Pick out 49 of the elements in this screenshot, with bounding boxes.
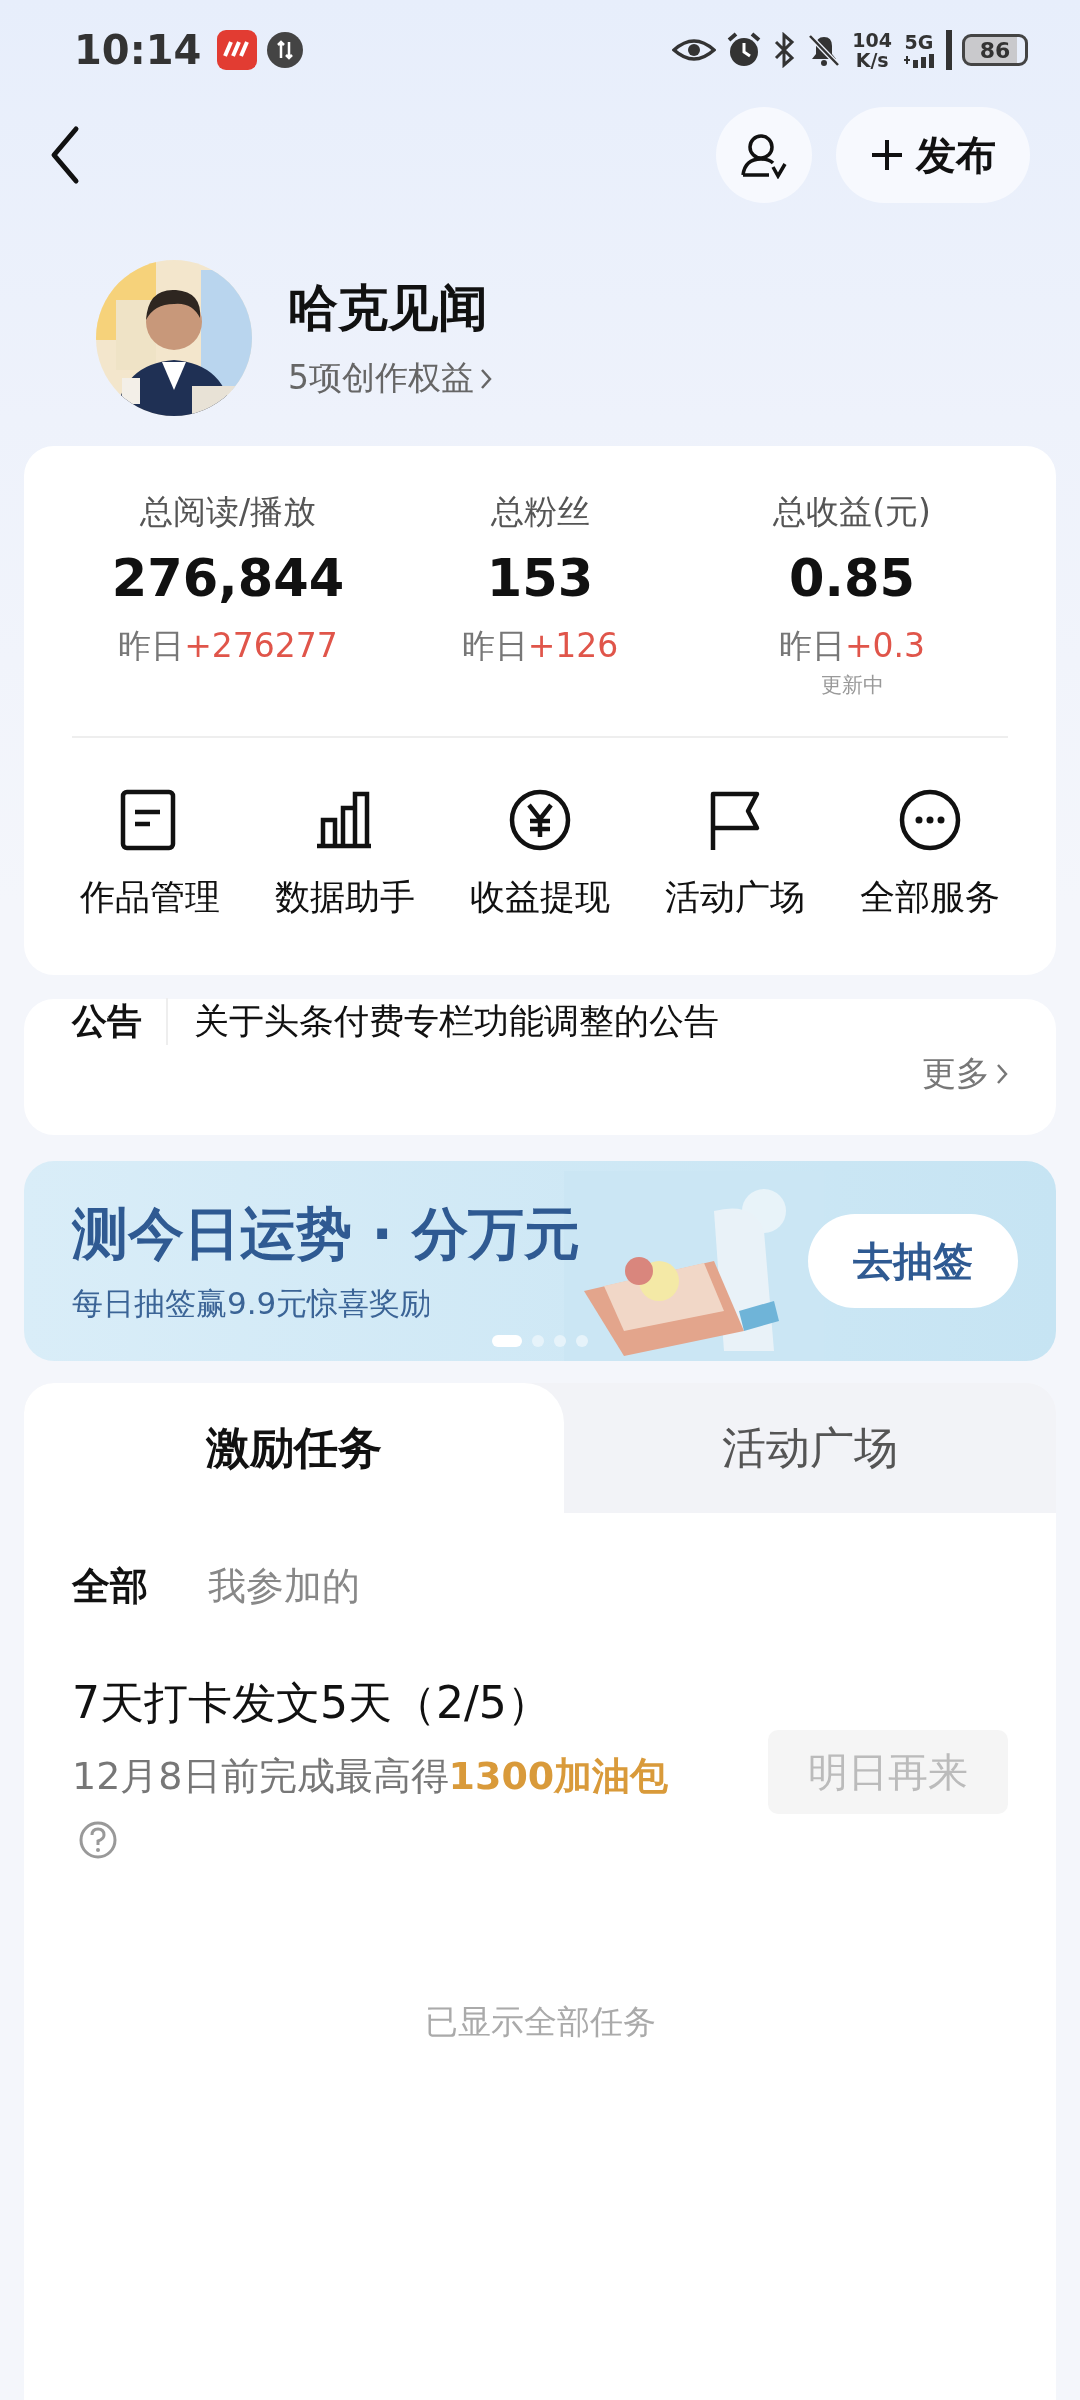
network-type: 5G (904, 32, 934, 52)
yen-coin-icon (508, 788, 572, 852)
data-transfer-icon (267, 32, 304, 68)
publish-button[interactable]: 发布 (836, 107, 1030, 203)
alarm-icon (726, 32, 763, 68)
task-title: 7天打卡发文5天（2/5） (72, 1676, 552, 1730)
filter-tab[interactable]: 全部 (72, 1561, 148, 1612)
stat-value: 153 (485, 549, 595, 608)
carousel-dot[interactable] (554, 1335, 566, 1347)
benefits-link[interactable]: 5项创作权益 (288, 356, 492, 401)
service-item[interactable]: 活动广场 (637, 788, 833, 921)
stat-label: 总收益(元) (772, 491, 932, 533)
service-item[interactable]: 数据助手 (247, 788, 443, 921)
stat-label: 总粉丝 (489, 491, 591, 533)
network-speed: 104 (852, 30, 892, 50)
help-icon (78, 1820, 118, 1860)
banner-title: 测今日运势 · 分万元 (72, 1200, 582, 1268)
stat-value: 276,844 (110, 549, 346, 608)
status-time: 10:14 (74, 27, 202, 73)
stat-value: 0.85 (788, 549, 916, 608)
chevron-right-icon (996, 1063, 1008, 1085)
plus-icon (870, 138, 904, 172)
bluetooth-icon (772, 32, 797, 68)
user-name: 哈克见闻 (288, 278, 489, 339)
battery-icon: 86 (962, 34, 1028, 66)
network-speed-unit: K/s (855, 50, 889, 70)
more-link[interactable]: 更多 (922, 1051, 1008, 1097)
draw-lot-button[interactable]: 去抽签 (808, 1214, 1018, 1308)
updating-note: 更新中 (819, 672, 885, 699)
stat-change: 昨日+276277 (117, 625, 339, 667)
task-description: 12月8日前完成最高得1300加油包 (72, 1753, 670, 1800)
notice-tag: 公告 (72, 997, 168, 1045)
app-notification-icon (217, 30, 258, 70)
service-item[interactable]: 全部服务 (832, 788, 1028, 921)
service-item[interactable]: 收益提现 (442, 788, 638, 921)
more-icon (898, 788, 963, 852)
signal-icon (902, 52, 936, 68)
stat-change: 昨日+0.3 (777, 625, 927, 667)
end-of-list-note: 已显示全部任务 (423, 2001, 657, 2043)
notice-headline[interactable]: 关于头条付费专栏功能调整的公告 (194, 997, 719, 1045)
promo-banner[interactable]: 测今日运势 · 分万元 每日抽签赢9.9元惊喜奖励 去抽签 (24, 1161, 1056, 1361)
tab[interactable]: 激励任务 (24, 1383, 564, 1513)
banner-subtitle: 每日抽签赢9.9元惊喜奖励 (72, 1284, 433, 1323)
service-item[interactable]: 作品管理 (52, 788, 248, 921)
chevron-right-icon (480, 367, 492, 390)
stat-label: 总阅读/播放 (138, 491, 318, 533)
filter-tab[interactable]: 我参加的 (208, 1561, 360, 1612)
user-check-icon (739, 131, 789, 179)
stat-change: 昨日+126 (460, 625, 620, 667)
